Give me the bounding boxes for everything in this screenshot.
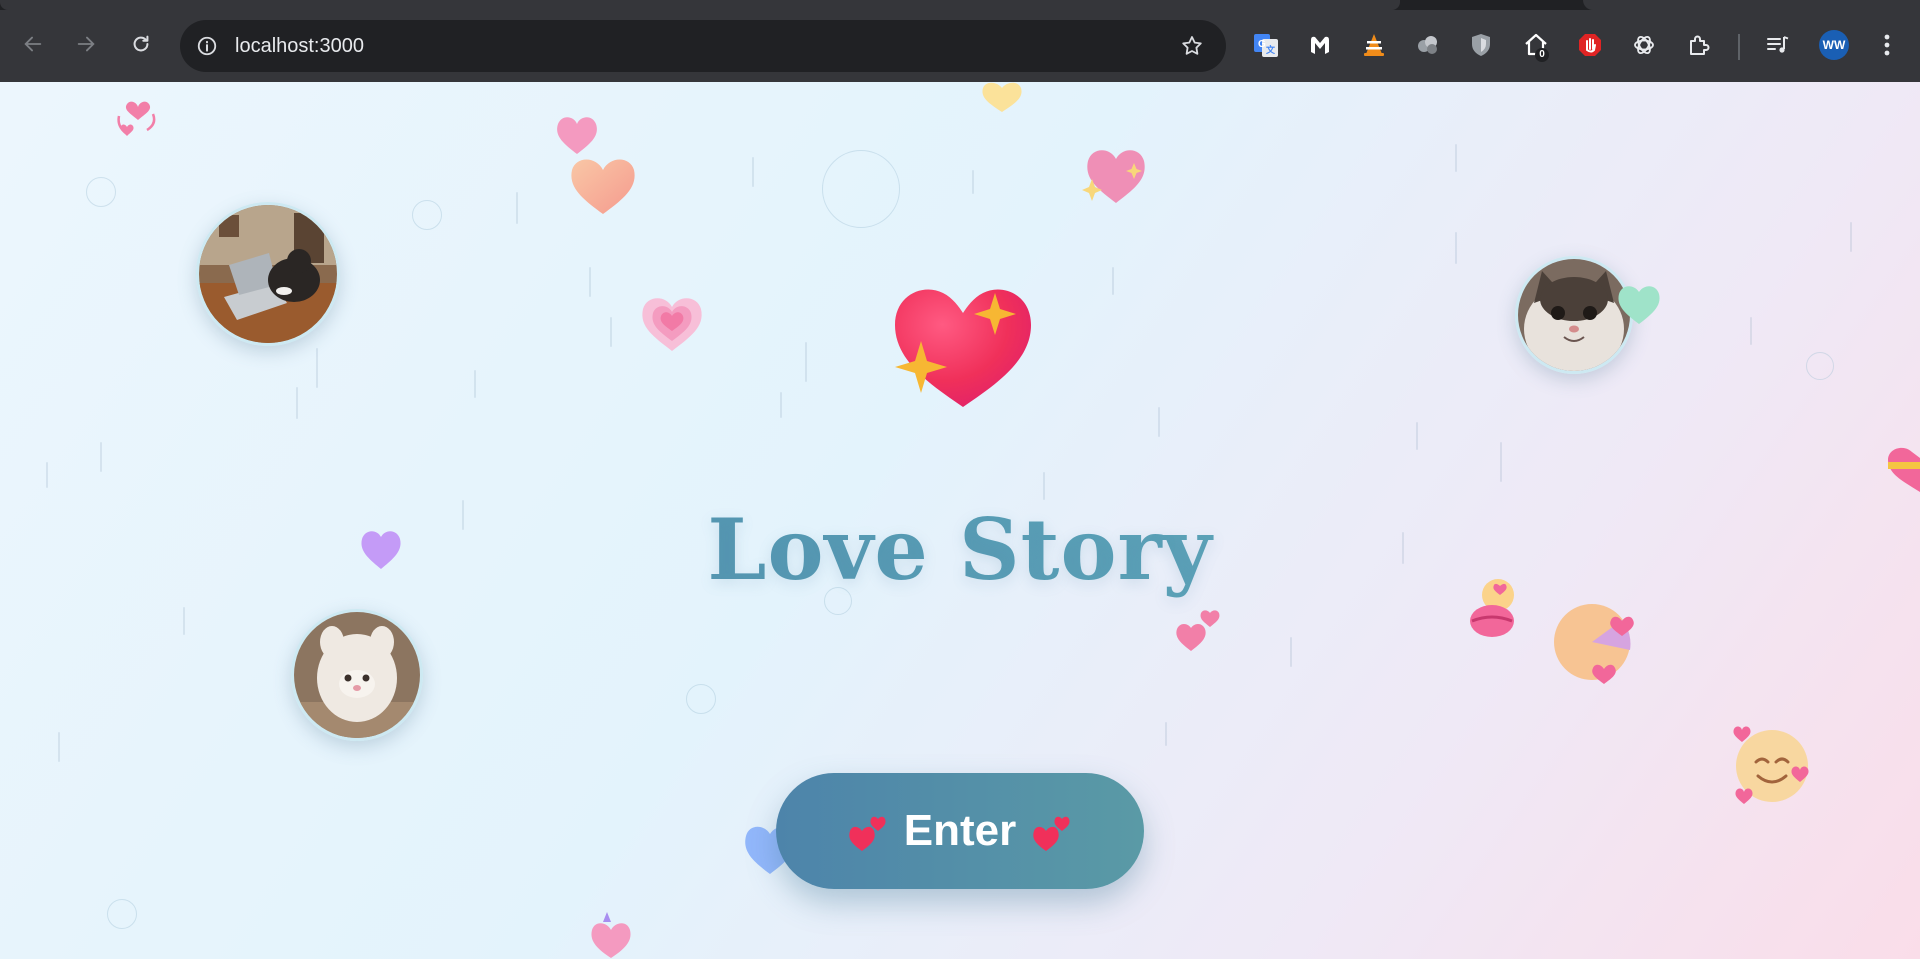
svg-text:文: 文 [1265, 44, 1276, 55]
malwarebytes-extension-icon[interactable] [1305, 30, 1335, 60]
browser-menu-icon[interactable] [1870, 28, 1904, 62]
reload-button[interactable] [124, 27, 158, 61]
rain-streak [972, 170, 974, 194]
rain-streak [46, 462, 48, 488]
rain-streak [516, 192, 518, 224]
rain-streak [805, 342, 807, 382]
rain-streak [752, 157, 754, 187]
cookie-extension-icon[interactable] [1413, 30, 1443, 60]
revolving-hearts-icon [117, 101, 156, 136]
bookmark-star-icon[interactable] [1178, 32, 1206, 60]
back-button[interactable] [16, 27, 50, 61]
tab-strip [0, 0, 1920, 10]
enter-button-label[interactable]: Enter [904, 806, 1016, 856]
sparkling-heart-small-icon [1082, 150, 1145, 203]
smiling-face-hearts-icon [1733, 726, 1809, 804]
reload-icon [133, 35, 149, 52]
rain-streak [1290, 637, 1292, 667]
arrow-left-icon [24, 36, 42, 52]
hero-sparkling-heart-icon [895, 289, 1031, 407]
pink-heart-small-icon [557, 117, 597, 154]
two-hearts-left-icon [849, 816, 886, 851]
cat-photo-fluffy [291, 609, 423, 741]
toolbar-divider [1738, 34, 1740, 60]
rain-streak [1850, 222, 1852, 252]
browser-toolbar: localhost:3000 G文 0 WW [0, 10, 1920, 82]
rain-streak [1165, 722, 1167, 746]
extension-badge-count: 0 [1535, 48, 1549, 62]
growing-heart-icon [642, 298, 702, 351]
bubble [1806, 352, 1834, 380]
forward-button[interactable] [69, 27, 103, 61]
bubble [412, 200, 442, 230]
smiling-face-with-hearts-icon [1554, 604, 1634, 684]
rain-streak [1158, 407, 1160, 437]
rain-streak [780, 392, 782, 418]
media-controls-icon[interactable] [1763, 30, 1793, 60]
google-translate-extension-icon[interactable]: G文 [1251, 30, 1281, 60]
rain-streak [589, 267, 591, 297]
bubble [822, 150, 900, 228]
stop-hand-extension-icon[interactable] [1575, 30, 1605, 60]
yellow-heart-icon [982, 82, 1022, 112]
rain-streak [1043, 472, 1045, 500]
rain-streak [474, 370, 476, 398]
rain-streak [183, 607, 185, 635]
tab-strip-right [1583, 0, 1920, 10]
openai-extension-icon[interactable] [1629, 30, 1659, 60]
rain-streak [316, 348, 318, 388]
mint-heart-icon [1618, 286, 1660, 324]
rain-streak [1750, 317, 1752, 345]
bubble [86, 177, 116, 207]
svg-text:G: G [1258, 39, 1266, 50]
shield-extension-icon[interactable] [1466, 30, 1496, 60]
url-text[interactable]: localhost:3000 [235, 20, 364, 72]
rain-streak [1500, 442, 1502, 482]
page-viewport: Love Story Enter [0, 82, 1920, 959]
cat-photo-laptop [196, 202, 340, 346]
site-info-icon[interactable] [194, 33, 220, 59]
arrow-right-icon [77, 36, 95, 52]
page-title: Love Story [0, 500, 1920, 599]
bubble [686, 684, 716, 714]
rain-streak [1455, 144, 1457, 172]
puzzle-extensions-icon[interactable] [1684, 30, 1714, 60]
two-hearts-right-icon [1033, 816, 1070, 851]
home-extension-icon[interactable]: 0 [1521, 30, 1551, 62]
rain-streak [1416, 422, 1418, 450]
rain-streak [296, 387, 298, 419]
profile-avatar[interactable]: WW [1819, 30, 1849, 60]
gift-heart-icon [1888, 447, 1920, 492]
rain-streak [58, 732, 60, 762]
two-hearts-icon [1176, 610, 1220, 651]
vlc-extension-icon[interactable] [1359, 30, 1389, 60]
rain-streak [610, 317, 612, 347]
heart-with-arrow-icon [591, 912, 631, 958]
enter-button[interactable]: Enter [776, 773, 1144, 889]
bubble [107, 899, 137, 929]
rain-streak [100, 442, 102, 472]
active-tab[interactable] [0, 0, 1400, 10]
peach-heart-icon [571, 159, 635, 214]
address-bar[interactable]: localhost:3000 [180, 20, 1226, 72]
rain-streak [1112, 267, 1114, 295]
rain-streak [1455, 232, 1457, 264]
